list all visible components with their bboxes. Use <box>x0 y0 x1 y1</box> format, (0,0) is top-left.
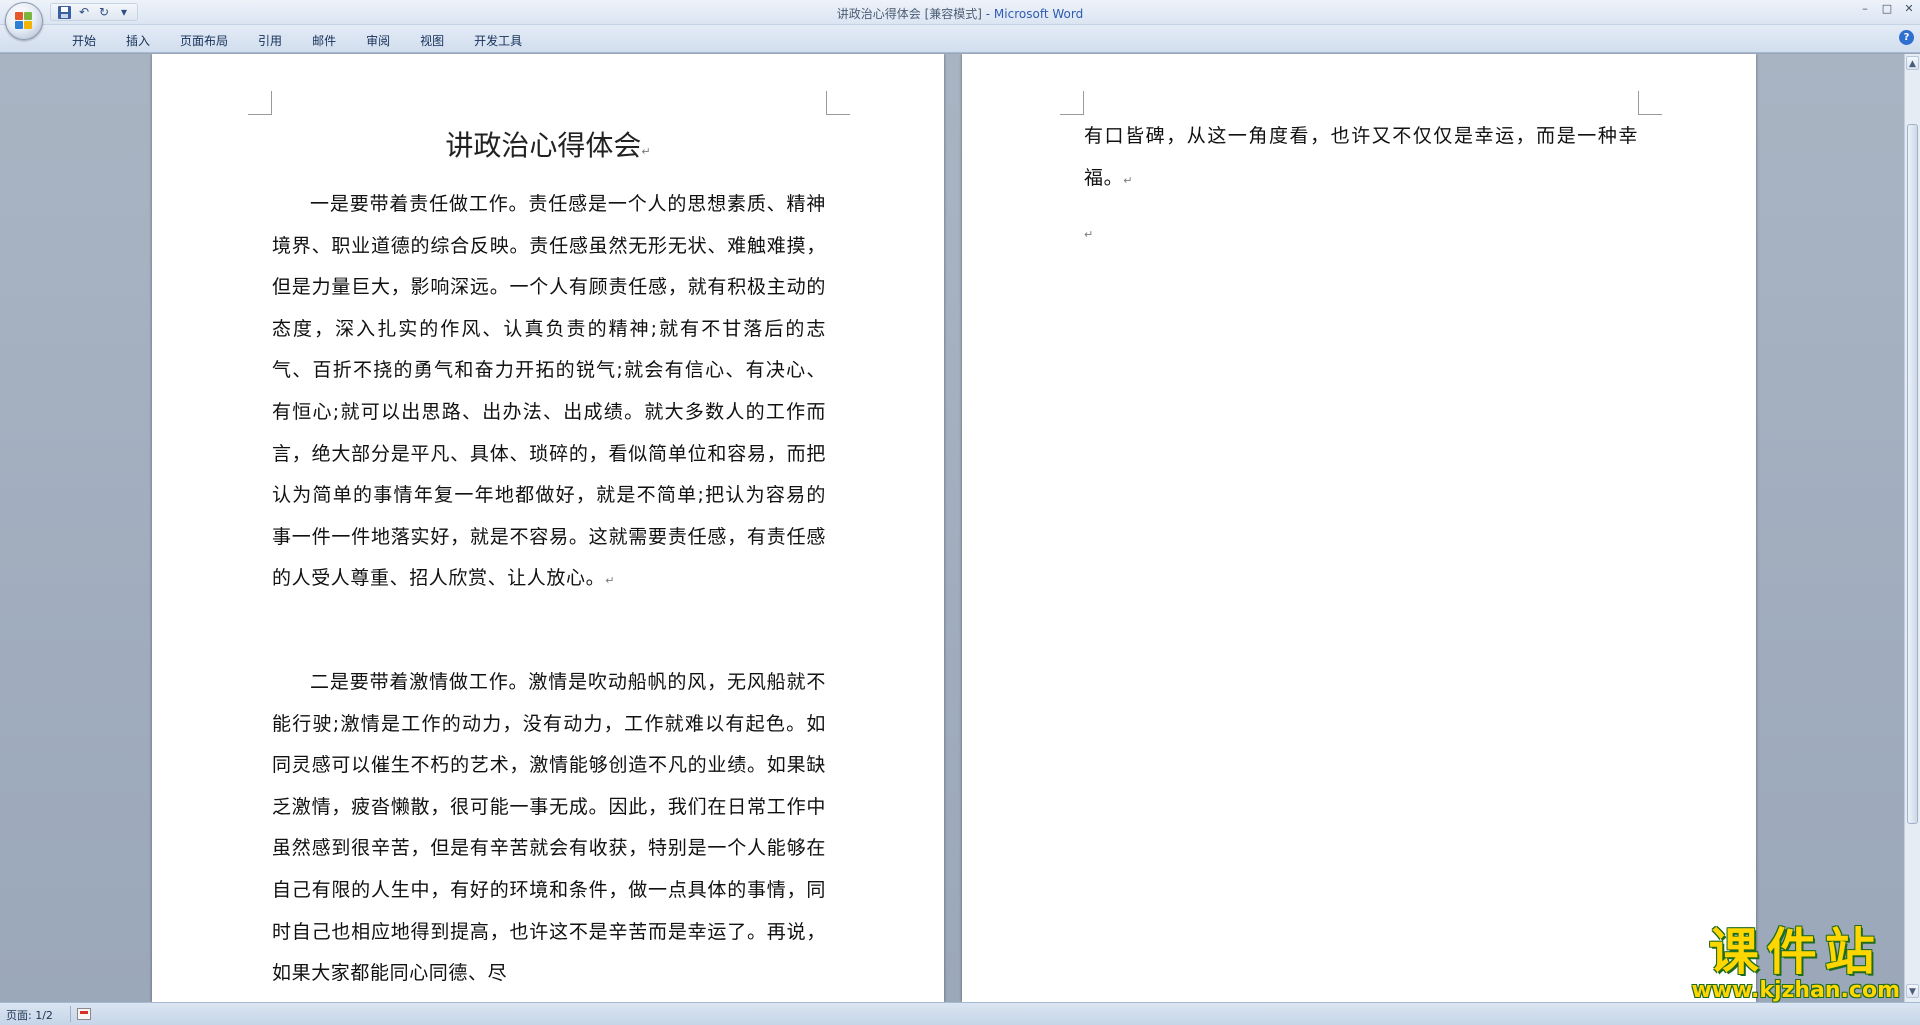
app-name: - Microsoft Word <box>981 7 1084 21</box>
tab-mailings[interactable]: 邮件 <box>300 29 348 52</box>
margin-corner-mark <box>1638 91 1662 115</box>
scroll-thumb[interactable] <box>1907 124 1918 824</box>
window-controls: – □ ✕ <box>1858 2 1916 16</box>
tab-page-layout[interactable]: 页面布局 <box>168 29 240 52</box>
document-area[interactable]: 讲政治心得体会↵ 一是要带着责任做工作。责任感是一个人的思想素质、精神境界、职业… <box>0 54 1904 1002</box>
close-button[interactable]: ✕ <box>1902 2 1916 16</box>
ribbon-tabs: 开始 插入 页面布局 引用 邮件 审阅 视图 开发工具 <box>60 29 540 52</box>
tab-review[interactable]: 审阅 <box>354 29 402 52</box>
tab-insert[interactable]: 插入 <box>114 29 162 52</box>
minimize-button[interactable]: – <box>1858 2 1872 16</box>
office-logo-icon <box>15 12 33 30</box>
tab-references[interactable]: 引用 <box>246 29 294 52</box>
help-icon[interactable]: ? <box>1899 30 1914 45</box>
document-title: 讲政治心得体会↵ <box>445 129 651 162</box>
page-1[interactable]: 讲政治心得体会↵ 一是要带着责任做工作。责任感是一个人的思想素质、精神境界、职业… <box>152 54 944 1002</box>
status-bar: 页面: 1/2 <box>0 1002 1920 1025</box>
tab-view[interactable]: 视图 <box>408 29 456 52</box>
tab-home[interactable]: 开始 <box>60 29 108 52</box>
paragraph-mark: ↵ <box>1123 173 1134 187</box>
title-bar: ↶ ↻ ▾ 讲政治心得体会 [兼容模式] - Microsoft Word – … <box>0 0 1920 25</box>
margin-corner-mark <box>248 91 272 115</box>
watermark-url: www.kjzhan.com <box>1691 978 1900 1003</box>
proofing-icon[interactable] <box>77 1008 91 1020</box>
scroll-down-button[interactable]: ▼ <box>1906 984 1919 998</box>
paragraph: 有口皆碑，从这一角度看，也许又不仅仅是幸运，而是一种幸福。↵ <box>1084 125 1638 189</box>
vertical-scrollbar[interactable]: ▲ ▼ <box>1904 54 1920 1002</box>
margin-corner-mark <box>826 91 850 115</box>
window-title: 讲政治心得体会 [兼容模式] - Microsoft Word <box>0 5 1920 22</box>
page-count[interactable]: 页面: 1/2 <box>6 1007 53 1023</box>
margin-corner-mark <box>1060 91 1084 115</box>
paragraph-mark: ↵ <box>641 145 651 158</box>
ribbon: 开始 插入 页面布局 引用 邮件 审阅 视图 开发工具 ? <box>0 25 1920 53</box>
watermark: 课件站 www.kjzhan.com <box>1691 925 1900 1003</box>
scroll-up-button[interactable]: ▲ <box>1906 56 1919 70</box>
paragraph: 二是要带着激情做工作。激情是吹动船帆的风，无风船就不能行驶;激情是工作的动力，没… <box>272 671 826 985</box>
page-2[interactable]: 有口皆碑，从这一角度看，也许又不仅仅是幸运，而是一种幸福。↵ ↵ <box>962 54 1756 1002</box>
document-name: 讲政治心得体会 [兼容模式] <box>836 7 982 21</box>
tab-developer[interactable]: 开发工具 <box>462 29 534 52</box>
status-divider <box>70 1006 71 1022</box>
paragraph-mark: ↵ <box>1084 228 1094 241</box>
office-button[interactable] <box>5 2 43 40</box>
watermark-logo: 课件站 <box>1708 923 1883 981</box>
maximize-button[interactable]: □ <box>1880 2 1894 16</box>
paragraph: 一是要带着责任做工作。责任感是一个人的思想素质、精神境界、职业道德的综合反映。责… <box>272 193 826 590</box>
paragraph-mark: ↵ <box>605 574 616 588</box>
